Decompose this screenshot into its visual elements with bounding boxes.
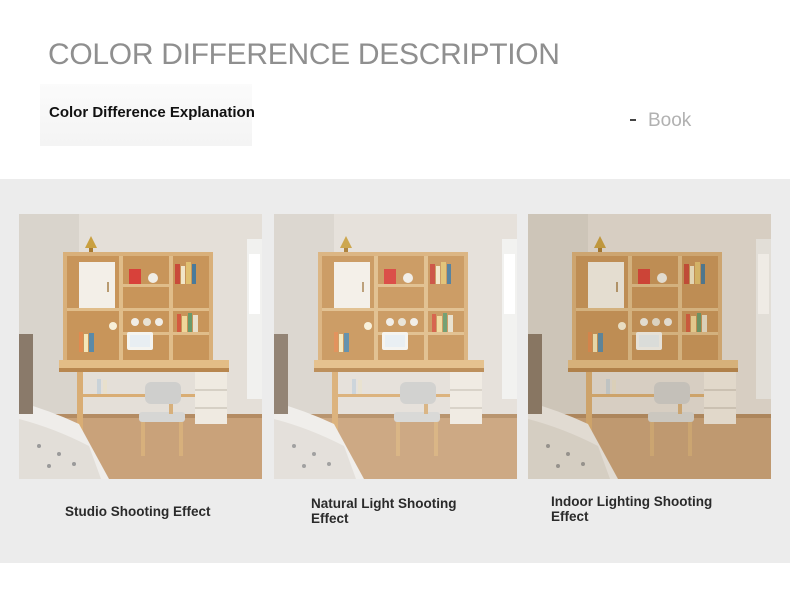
caption-studio: Studio Shooting Effect (65, 504, 211, 519)
caption-natural: Natural Light Shooting Effect (311, 496, 457, 526)
section-subtitle: Color Difference Explanation (49, 104, 255, 121)
page-title: COLOR DIFFERENCE DESCRIPTION (48, 38, 560, 71)
studio-photo (19, 214, 262, 479)
book-label: Book (648, 110, 692, 131)
indoor-light-photo (528, 214, 771, 479)
natural-light-photo (274, 214, 517, 479)
tint-overlay (274, 214, 517, 479)
caption-indoor: Indoor Lighting Shooting Effect (551, 494, 713, 524)
tint-overlay (528, 214, 771, 479)
dash-icon (630, 119, 636, 121)
